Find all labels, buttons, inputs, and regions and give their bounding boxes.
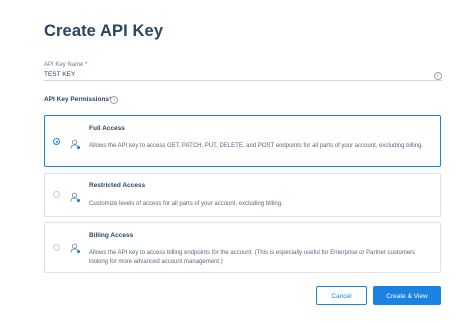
radio-restricted-access[interactable] [53, 191, 60, 198]
permissions-label-text: API Key Permissions [44, 96, 110, 103]
permission-option-restricted-access[interactable]: Restricted Access Customize levels of ac… [44, 173, 441, 217]
user-key-icon [70, 190, 81, 208]
create-and-view-button[interactable]: Create & View [373, 286, 441, 305]
permission-option-billing-access[interactable]: Billing Access Allows the API key to acc… [44, 222, 441, 273]
radio-billing-access[interactable] [53, 244, 60, 251]
user-key-icon [70, 137, 81, 155]
api-key-name-label: API Key Name * [44, 62, 87, 68]
user-key-icon [70, 241, 81, 259]
api-key-name-label-text: API Key Name [44, 62, 84, 68]
permission-title: Restricted Access [89, 182, 146, 189]
api-key-name-underline [44, 80, 442, 81]
info-icon[interactable]: i [110, 96, 118, 104]
permission-description: Allows the API key to access billing end… [89, 250, 416, 265]
permission-description: Customize levels of access for all parts… [89, 201, 283, 207]
permissions-label: API Key Permissions* [44, 96, 112, 103]
radio-full-access[interactable] [53, 138, 60, 145]
info-icon[interactable]: i [434, 72, 442, 80]
permission-option-full-access[interactable]: Full Access Allows the API key to access… [44, 115, 441, 167]
permission-title: Billing Access [89, 232, 134, 239]
cancel-button[interactable]: Cancel [316, 286, 367, 305]
required-mark: * [85, 62, 88, 68]
api-key-name-input[interactable]: TEST KEY [44, 71, 75, 78]
page-title: Create API Key [44, 22, 164, 40]
permission-description: Allows the API key to access GET, PATCH,… [89, 143, 424, 149]
permission-title: Full Access [89, 125, 125, 132]
